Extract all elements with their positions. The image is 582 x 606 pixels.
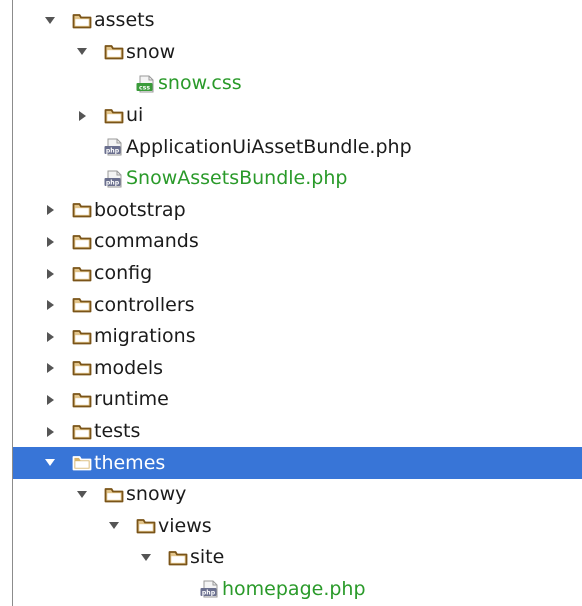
tree-node-ui[interactable]: ui	[13, 100, 582, 132]
tree-node-assets[interactable]: assets	[13, 5, 582, 37]
collapse-arrow-right-icon[interactable]	[43, 267, 57, 281]
tree-node-label: bootstrap	[94, 198, 186, 221]
folder-icon	[71, 391, 92, 409]
tree-node-commands[interactable]: commands	[13, 226, 582, 258]
expand-arrow-down-icon[interactable]	[75, 45, 89, 59]
tree-node-snowy[interactable]: snowy	[13, 479, 582, 511]
css-file-icon: css	[135, 75, 156, 93]
tree-node-controllers[interactable]: controllers	[13, 289, 582, 321]
tree-node-themes[interactable]: themes	[13, 447, 582, 479]
toggle-spacer	[171, 582, 185, 596]
collapse-arrow-right-icon[interactable]	[43, 235, 57, 249]
folder-icon	[71, 328, 92, 346]
collapse-arrow-right-icon[interactable]	[43, 203, 57, 217]
project-tree-panel: assets snow css snow.css ui php ApplicationUiA…	[12, 0, 582, 606]
folder-icon	[103, 486, 124, 504]
tree-node-label: themes	[94, 451, 166, 474]
toggle-spacer	[75, 140, 89, 154]
folder-icon	[71, 12, 92, 30]
project-tree: assets snow css snow.css ui php ApplicationUiA…	[13, 5, 582, 605]
expand-arrow-down-icon[interactable]	[107, 519, 121, 533]
php-file-icon: php	[103, 138, 124, 156]
php-file-icon: php	[103, 170, 124, 188]
svg-text:php: php	[105, 179, 119, 186]
tree-node-label: snow.css	[158, 72, 242, 95]
tree-node-site[interactable]: site	[13, 542, 582, 574]
expand-arrow-down-icon[interactable]	[139, 551, 153, 565]
tree-node-label: snow	[126, 40, 176, 63]
tree-node-label: migrations	[94, 325, 196, 348]
expand-arrow-down-icon[interactable]	[43, 456, 57, 470]
tree-node-label: assets	[94, 9, 155, 32]
php-file-icon: php	[199, 580, 220, 598]
tree-node-label: tests	[94, 420, 141, 443]
tree-node-snow-css[interactable]: css snow.css	[13, 68, 582, 100]
tree-node-label: site	[190, 546, 225, 569]
toggle-spacer	[75, 172, 89, 186]
collapse-arrow-right-icon[interactable]	[43, 361, 57, 375]
tree-node-label: snowy	[126, 483, 187, 506]
tree-node-tests[interactable]: tests	[13, 416, 582, 448]
tree-node-bootstrap[interactable]: bootstrap	[13, 195, 582, 227]
folder-icon	[103, 43, 124, 61]
tree-node-models[interactable]: models	[13, 353, 582, 385]
tree-node-application-ui-asset-bundle[interactable]: php ApplicationUiAssetBundle.php	[13, 131, 582, 163]
tree-node-migrations[interactable]: migrations	[13, 321, 582, 353]
folder-icon	[135, 517, 156, 535]
tree-node-label: views	[158, 514, 212, 537]
tree-node-snow-assets-bundle[interactable]: php SnowAssetsBundle.php	[13, 163, 582, 195]
folder-icon	[71, 201, 92, 219]
folder-icon	[71, 359, 92, 377]
folder-icon	[103, 107, 124, 125]
tree-node-runtime[interactable]: runtime	[13, 384, 582, 416]
tree-node-label: ui	[126, 104, 144, 127]
folder-icon	[71, 265, 92, 283]
svg-text:php: php	[105, 147, 119, 154]
tree-node-label: homepage.php	[222, 577, 366, 600]
tree-node-label: models	[94, 356, 164, 379]
tree-node-homepage[interactable]: php homepage.php	[13, 574, 582, 606]
tree-node-label: controllers	[94, 293, 195, 316]
collapse-arrow-right-icon[interactable]	[75, 109, 89, 123]
tree-node-snow[interactable]: snow	[13, 37, 582, 69]
collapse-arrow-right-icon[interactable]	[43, 425, 57, 439]
svg-text:css: css	[138, 84, 149, 91]
tree-node-label: config	[94, 262, 153, 285]
folder-icon	[167, 549, 188, 567]
folder-icon	[71, 233, 92, 251]
collapse-arrow-right-icon[interactable]	[43, 298, 57, 312]
tree-node-config[interactable]: config	[13, 258, 582, 290]
collapse-arrow-right-icon[interactable]	[43, 393, 57, 407]
folder-icon	[71, 454, 92, 472]
tree-node-views[interactable]: views	[13, 511, 582, 543]
collapse-arrow-right-icon[interactable]	[43, 330, 57, 344]
expand-arrow-down-icon[interactable]	[75, 488, 89, 502]
folder-icon	[71, 423, 92, 441]
tree-node-label: commands	[94, 230, 199, 253]
svg-text:php: php	[201, 590, 215, 597]
tree-node-label: runtime	[94, 388, 169, 411]
toggle-spacer	[107, 77, 121, 91]
tree-node-label: ApplicationUiAssetBundle.php	[126, 135, 412, 158]
expand-arrow-down-icon[interactable]	[43, 14, 57, 28]
tree-node-label: SnowAssetsBundle.php	[126, 167, 348, 190]
folder-icon	[71, 296, 92, 314]
